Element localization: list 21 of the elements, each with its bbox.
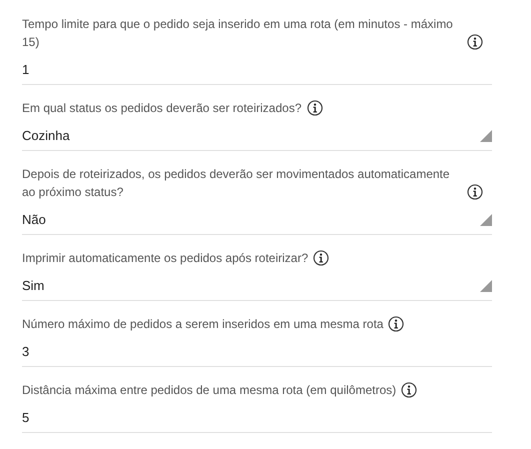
input-field[interactable]: 1 <box>22 57 492 85</box>
field-label: Em qual status os pedidos deverão ser roteirizados? <box>22 100 302 117</box>
input-field[interactable]: 5 <box>22 405 492 433</box>
info-icon[interactable] <box>467 34 483 50</box>
field-label: Imprimir automaticamente os pedidos após roteirizar? <box>22 250 308 267</box>
dropdown-field[interactable]: Sim <box>22 273 492 301</box>
dropdown-corner-icon <box>480 130 492 142</box>
dropdown-corner-icon <box>480 280 492 292</box>
info-icon[interactable] <box>306 100 322 116</box>
field-label: Número máximo de pedidos a serem inseridos em uma mesma rota <box>22 316 384 333</box>
field-label: Tempo limite para que o pedido seja inserido em uma rota (em minutos - máximo 15) <box>22 16 454 51</box>
field-label: Distância máxima entre pedidos de uma mesma rota (em quilômetros) <box>22 382 396 399</box>
field-label: Depois de roteirizados, os pedidos deverão ser movimentados automaticamente ao próximo status? <box>22 166 451 201</box>
dropdown-corner-icon <box>480 214 492 226</box>
dropdown-field[interactable]: Não <box>22 207 492 235</box>
info-icon[interactable] <box>388 316 404 332</box>
input-field[interactable]: 3 <box>22 339 492 367</box>
info-icon[interactable] <box>401 382 418 398</box>
info-icon[interactable] <box>467 184 483 200</box>
dropdown-field[interactable]: Cozinha <box>22 123 492 151</box>
info-icon[interactable] <box>313 250 330 266</box>
